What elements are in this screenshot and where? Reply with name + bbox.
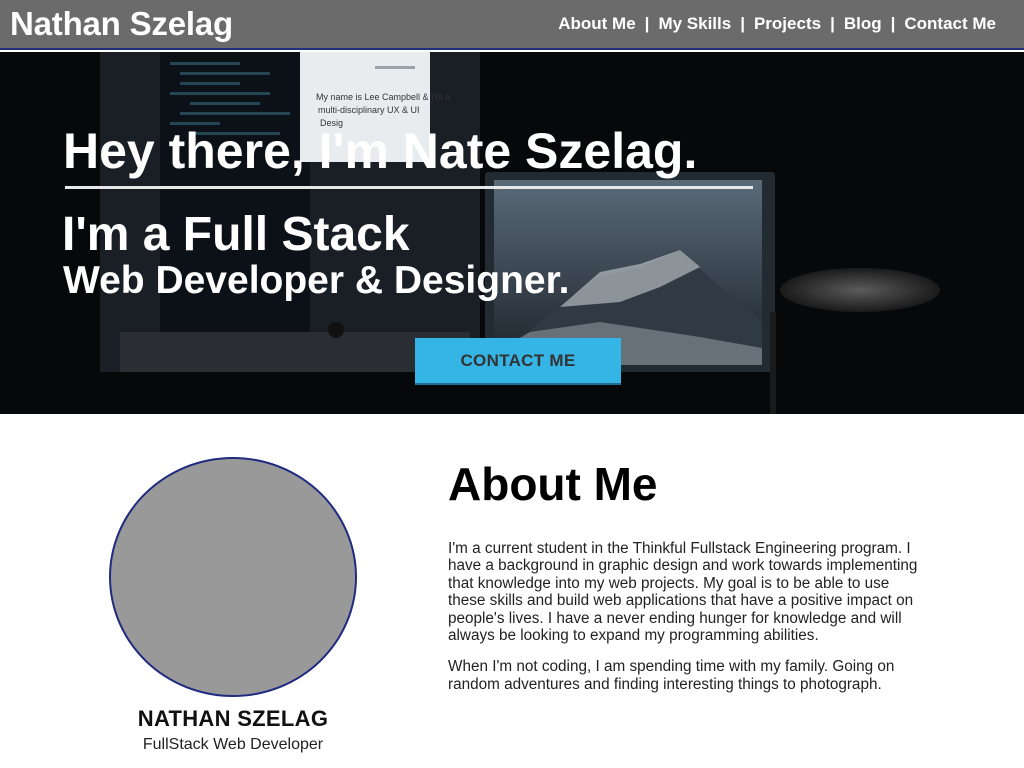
- hero-subtitle-line2: Web Developer & Designer.: [63, 259, 570, 302]
- nav-link-my-skills[interactable]: My Skills: [658, 14, 731, 34]
- nav-separator: |: [644, 14, 650, 33]
- nav-link-projects[interactable]: Projects: [754, 14, 821, 34]
- site-brand[interactable]: Nathan Szelag: [10, 5, 233, 43]
- contact-me-button[interactable]: CONTACT ME: [415, 338, 621, 385]
- screen-text: My name is Lee Campbell & I'm a: [316, 92, 450, 102]
- about-body: I'm a current student in the Thinkful Fu…: [448, 540, 928, 707]
- top-nav: Nathan Szelag About Me | My Skills | Pro…: [0, 0, 1024, 50]
- hero-title: Hey there, I'm Nate Szelag.: [63, 123, 698, 179]
- hero-section: My name is Lee Campbell & I'm a multi-di…: [0, 52, 1024, 414]
- nav-separator: |: [890, 14, 896, 33]
- nav-separator: |: [740, 14, 745, 33]
- screen-text: multi-disciplinary UX & UI: [318, 105, 420, 115]
- profile-avatar: [109, 457, 357, 697]
- nav-link-contact-me[interactable]: Contact Me: [904, 14, 996, 34]
- nav-separator: |: [830, 14, 835, 33]
- profile-role: FullStack Web Developer: [142, 736, 324, 753]
- nav-link-about-me[interactable]: About Me: [558, 14, 635, 34]
- hero-subtitle-line1: I'm a Full Stack: [62, 208, 410, 261]
- about-paragraph: I'm a current student in the Thinkful Fu…: [448, 540, 918, 645]
- about-heading: About Me: [448, 458, 658, 510]
- nav-menu: About Me | My Skills | Projects | Blog |…: [558, 14, 996, 34]
- hero-divider: [65, 186, 753, 189]
- profile-name: NATHAN SZELAG: [137, 706, 329, 731]
- nav-link-blog[interactable]: Blog: [844, 14, 882, 34]
- about-paragraph: When I'm not coding, I am spending time …: [448, 658, 895, 693]
